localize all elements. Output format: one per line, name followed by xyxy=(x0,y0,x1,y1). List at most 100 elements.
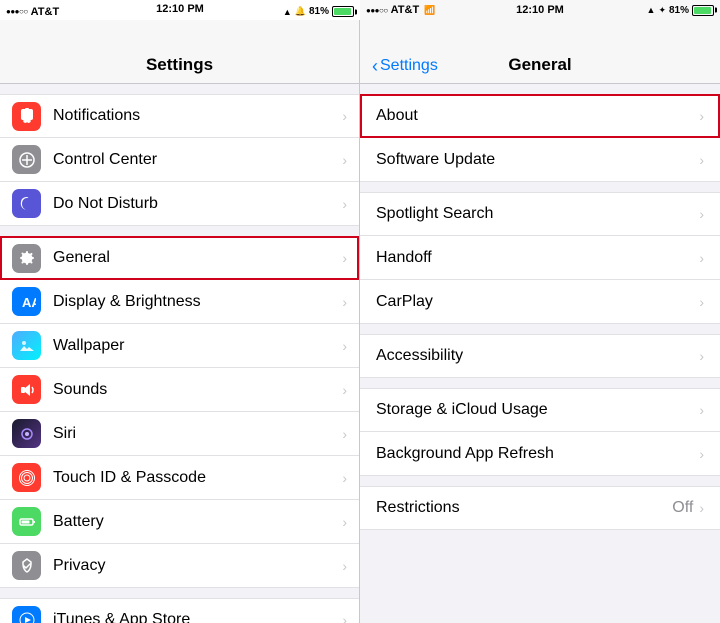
sidebar-item-siri[interactable]: Siri › xyxy=(0,412,359,456)
do-not-disturb-label: Do Not Disturb xyxy=(53,195,342,213)
signal-dots-left: ●●●○○ xyxy=(6,7,28,16)
touch-id-label: Touch ID & Passcode xyxy=(53,469,342,487)
privacy-label: Privacy xyxy=(53,557,342,575)
notifications-chevron: › xyxy=(342,108,347,124)
right-item-carplay[interactable]: CarPlay › xyxy=(360,280,720,324)
about-chevron: › xyxy=(699,108,704,124)
do-not-disturb-chevron: › xyxy=(342,196,347,212)
sidebar-item-sounds[interactable]: Sounds › xyxy=(0,368,359,412)
battery-tip-right xyxy=(715,8,717,13)
battery-percent-left: 81% xyxy=(309,6,329,17)
back-button[interactable]: ‹ Settings xyxy=(372,57,438,75)
right-content: About › Software Update › Spotlight Sear… xyxy=(360,84,720,623)
accessibility-chevron: › xyxy=(699,348,704,364)
right-nav-bar: ‹ Settings General xyxy=(360,20,720,84)
sounds-icon xyxy=(12,375,41,404)
restrictions-chevron: › xyxy=(699,500,704,516)
sidebar-item-privacy[interactable]: Privacy › xyxy=(0,544,359,588)
background-refresh-label: Background App Refresh xyxy=(376,445,699,463)
about-label: About xyxy=(376,107,699,125)
right-item-software-update[interactable]: Software Update › xyxy=(360,138,720,182)
bluetooth-icon-right: ✦ xyxy=(658,5,666,16)
sidebar-item-wallpaper[interactable]: Wallpaper › xyxy=(0,324,359,368)
battery-label: Battery xyxy=(53,513,342,531)
handoff-label: Handoff xyxy=(376,249,699,267)
sidebar-item-itunes[interactable]: iTunes & App Store › xyxy=(0,598,359,623)
display-chevron: › xyxy=(342,294,347,310)
time-left: 12:10 PM xyxy=(156,3,204,15)
right-item-storage[interactable]: Storage & iCloud Usage › xyxy=(360,388,720,432)
svg-text:AA: AA xyxy=(22,295,36,310)
carrier-left: AT&T xyxy=(31,6,60,18)
battery-tip-left xyxy=(355,9,357,14)
location-icon-left: ▲ xyxy=(283,7,292,17)
battery-percent-right: 81% xyxy=(669,5,689,16)
sidebar-item-do-not-disturb[interactable]: Do Not Disturb › xyxy=(0,182,359,226)
storage-chevron: › xyxy=(699,402,704,418)
sounds-chevron: › xyxy=(342,382,347,398)
location-icon-right: ▲ xyxy=(647,5,656,15)
spotlight-label: Spotlight Search xyxy=(376,205,699,223)
sidebar-item-display[interactable]: AA Display & Brightness › xyxy=(0,280,359,324)
handoff-chevron: › xyxy=(699,250,704,266)
control-center-chevron: › xyxy=(342,152,347,168)
wallpaper-label: Wallpaper xyxy=(53,337,342,355)
touch-id-chevron: › xyxy=(342,470,347,486)
carplay-label: CarPlay xyxy=(376,293,699,311)
right-group-1: About › Software Update › xyxy=(360,94,720,182)
right-item-spotlight[interactable]: Spotlight Search › xyxy=(360,192,720,236)
background-refresh-chevron: › xyxy=(699,446,704,462)
privacy-icon xyxy=(12,551,41,580)
sounds-label: Sounds xyxy=(53,381,342,399)
right-item-accessibility[interactable]: Accessibility › xyxy=(360,334,720,378)
battery-icon-right xyxy=(692,5,714,16)
control-center-icon xyxy=(12,145,41,174)
itunes-chevron: › xyxy=(342,612,347,623)
itunes-label: iTunes & App Store xyxy=(53,611,342,623)
restrictions-value: Off xyxy=(672,499,693,517)
carplay-chevron: › xyxy=(699,294,704,310)
general-chevron: › xyxy=(342,250,347,266)
sidebar-item-notifications[interactable]: Notifications › xyxy=(0,94,359,138)
settings-group-2: General › AA Display & Brightness › Wall… xyxy=(0,236,359,588)
battery-fill-right xyxy=(694,7,711,14)
carrier-right: AT&T xyxy=(391,4,420,16)
right-nav-title: General xyxy=(508,55,571,75)
spotlight-chevron: › xyxy=(699,206,704,222)
settings-group-1: Notifications › Control Center › Do Not … xyxy=(0,94,359,226)
notifications-label: Notifications xyxy=(53,107,342,125)
sidebar-item-battery[interactable]: Battery › xyxy=(0,500,359,544)
siri-icon xyxy=(12,419,41,448)
right-item-background-refresh[interactable]: Background App Refresh › xyxy=(360,432,720,476)
siri-label: Siri xyxy=(53,425,342,443)
software-update-label: Software Update xyxy=(376,151,699,169)
back-chevron-icon: ‹ xyxy=(372,57,378,75)
do-not-disturb-icon xyxy=(12,189,41,218)
status-bar-left: ●●●○○ AT&T 12:10 PM ▲ 🔔 81% xyxy=(0,0,360,20)
left-panel: ●●●○○ AT&T 12:10 PM ▲ 🔔 81% Settings Not… xyxy=(0,0,360,623)
right-panel: ●●●○○ AT&T 📶 12:10 PM ▲ ✦ 81% ‹ Settings… xyxy=(360,0,720,623)
wallpaper-icon xyxy=(12,331,41,360)
battery-chevron: › xyxy=(342,514,347,530)
accessibility-label: Accessibility xyxy=(376,347,699,365)
sidebar-item-general[interactable]: General › xyxy=(0,236,359,280)
general-icon xyxy=(12,244,41,273)
right-group-2: Spotlight Search › Handoff › CarPlay › xyxy=(360,192,720,324)
display-icon: AA xyxy=(12,287,41,316)
right-item-handoff[interactable]: Handoff › xyxy=(360,236,720,280)
right-item-about[interactable]: About › xyxy=(360,94,720,138)
right-group-4: Storage & iCloud Usage › Background App … xyxy=(360,388,720,476)
wallpaper-chevron: › xyxy=(342,338,347,354)
sidebar-item-touch-id[interactable]: Touch ID & Passcode › xyxy=(0,456,359,500)
touch-id-icon xyxy=(12,463,41,492)
restrictions-label: Restrictions xyxy=(376,499,672,517)
time-right: 12:10 PM xyxy=(516,4,564,16)
storage-label: Storage & iCloud Usage xyxy=(376,401,699,419)
sidebar-item-control-center[interactable]: Control Center › xyxy=(0,138,359,182)
left-nav-bar: Settings xyxy=(0,20,359,84)
back-label: Settings xyxy=(380,57,438,75)
right-item-restrictions[interactable]: Restrictions Off › xyxy=(360,486,720,530)
right-group-3: Accessibility › xyxy=(360,334,720,378)
itunes-icon xyxy=(12,606,41,623)
wifi-icon-right: 📶 xyxy=(424,5,435,16)
